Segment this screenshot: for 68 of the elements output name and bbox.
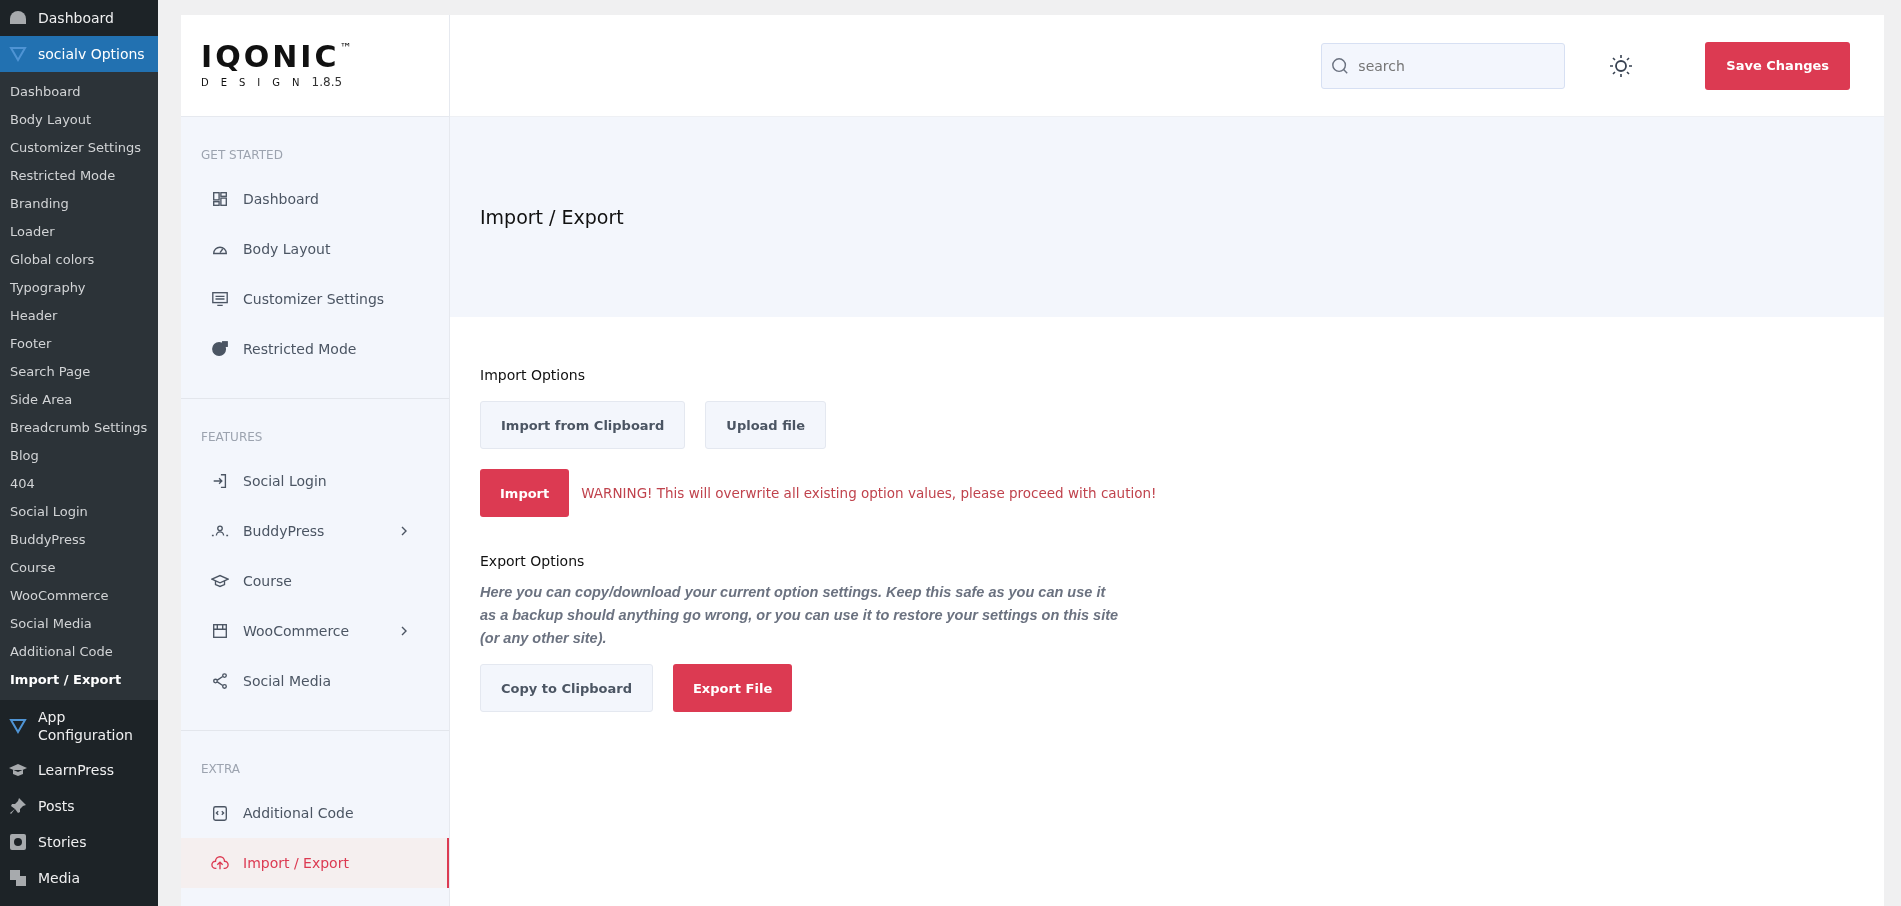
admin-submenu-item[interactable]: Body Layout (0, 106, 158, 134)
admin-submenu-item[interactable]: Import / Export (0, 666, 158, 694)
square-icon (8, 832, 28, 852)
admin-submenu-item[interactable]: BuddyPress (0, 526, 158, 554)
admin-submenu-item[interactable]: Blog (0, 442, 158, 470)
page-title: Import / Export (480, 206, 624, 228)
admin-submenu-item[interactable]: 404 (0, 470, 158, 498)
cloud-icon (211, 854, 229, 872)
logo: IQONIC™ DESIGN 1.8.5 (181, 15, 449, 117)
admin-submenu-item[interactable]: Restricted Mode (0, 162, 158, 190)
section-heading: FEATURES (200, 430, 264, 446)
description-text: Here you can copy/download your current option settings. Keep this safe as you can use it as a backup should anything go wrong, or you can use it to restore your settings on this site (or any other site). (480, 583, 1120, 648)
admin-submenu-item[interactable]: Dashboard (0, 78, 158, 106)
sidebar-item[interactable]: Additional Code (181, 788, 449, 838)
media-icon (8, 868, 28, 888)
admin-submenu-item[interactable]: Typography (0, 274, 158, 302)
warning-text: WARNING! This will overwrite all existing option values, please proceed with caution! (581, 485, 1157, 501)
admin-submenu-item[interactable]: Breadcrumb Settings (0, 414, 158, 442)
search-field[interactable]: search (1321, 42, 1566, 89)
admin-submenu-item[interactable]: Footer (0, 330, 158, 358)
store-icon (211, 622, 229, 640)
sidebar-item[interactable]: Customizer Settings (181, 274, 449, 324)
sidebar-item[interactable]: WooCommerce (181, 606, 449, 656)
section-heading: EXTRA (200, 762, 241, 778)
cap-icon (211, 572, 229, 590)
admin-submenu-item[interactable]: Search Page (0, 358, 158, 386)
monitor-icon (211, 290, 229, 308)
admin-submenu-item[interactable]: WooCommerce (0, 582, 158, 610)
admin-submenu-item[interactable]: Loader (0, 218, 158, 246)
share-icon (211, 672, 229, 690)
sidebar-item[interactable]: Dashboard (181, 174, 449, 224)
login-icon (211, 472, 229, 490)
admin-menu-item[interactable]: Posts (0, 788, 158, 824)
sidebar-item[interactable]: Restricted Mode (181, 324, 449, 374)
admin-submenu-item[interactable]: Header (0, 302, 158, 330)
section-title: Import Options (480, 367, 586, 383)
admin-submenu-item[interactable]: Social Login (0, 498, 158, 526)
import-option-button[interactable]: Upload file (705, 401, 827, 449)
import-option-button[interactable]: Import from Clipboard (480, 401, 686, 449)
admin-submenu-item[interactable]: Course (0, 554, 158, 582)
admin-menu-item[interactable]: Stories (0, 824, 158, 860)
sun-icon[interactable] (1609, 53, 1634, 78)
code-icon (211, 804, 229, 822)
admin-menu-item[interactable]: Dashboard (0, 0, 158, 36)
import-button[interactable]: Import (480, 469, 570, 517)
sidebar-item[interactable]: BuddyPress (181, 506, 449, 556)
admin-submenu-item[interactable]: Global colors (0, 246, 158, 274)
admin-submenu-item[interactable]: Customizer Settings (0, 134, 158, 162)
export-file-button[interactable]: Export File (672, 664, 793, 712)
section-title: Export Options (480, 553, 586, 569)
admin-submenu-item[interactable]: Additional Code (0, 638, 158, 666)
save-changes-button[interactable]: Save Changes (1705, 41, 1850, 90)
admin-menu-item[interactable]: App Configuration (0, 700, 158, 752)
section-heading: GET STARTED (200, 148, 284, 164)
admin-menu-item[interactable]: LearnPress (0, 752, 158, 788)
sidebar-item[interactable]: Course (181, 556, 449, 606)
admin-menu-item[interactable]: socialv Options (0, 36, 158, 72)
admin-submenu-item[interactable]: Side Area (0, 386, 158, 414)
sidebar-item[interactable]: Import / Export (181, 838, 449, 888)
sidebar-item[interactable]: Body Layout (181, 224, 449, 274)
grid-icon (211, 190, 229, 208)
copy-to-clipboard-button[interactable]: Copy to Clipboard (480, 664, 653, 712)
sidebar-item[interactable]: Social Media (181, 656, 449, 706)
admin-submenu-item[interactable]: Social Media (0, 610, 158, 638)
admin-submenu-item[interactable]: Branding (0, 190, 158, 218)
admin-menu-item[interactable]: Media (0, 860, 158, 896)
pin-icon (8, 796, 28, 816)
sidebar-item[interactable]: Social Login (181, 456, 449, 506)
